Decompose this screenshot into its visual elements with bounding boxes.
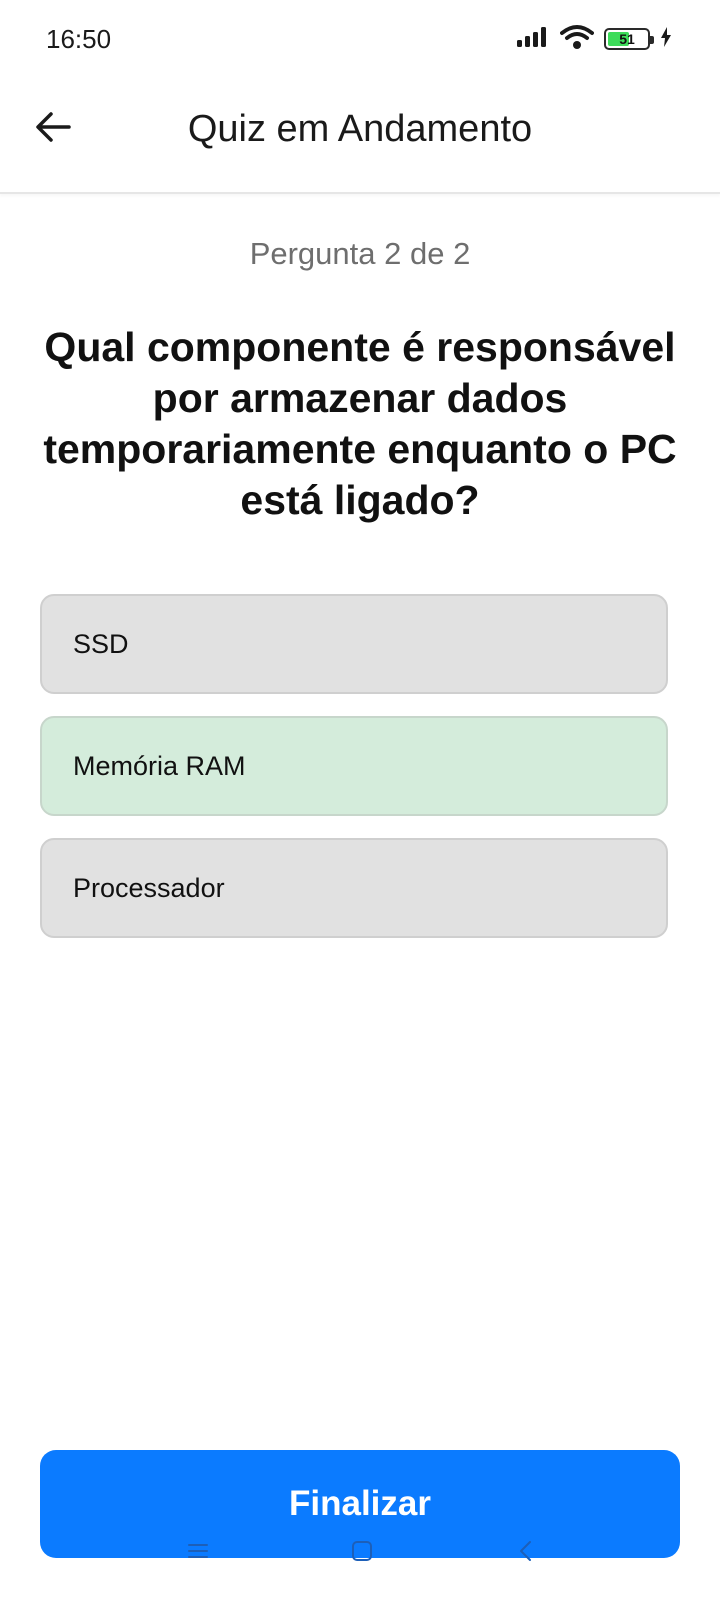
app-bar: Quiz em Andamento [0,80,720,194]
battery-nub [650,36,654,44]
answer-option-processador[interactable]: Processador [40,838,668,938]
question-text: Qual componente é responsável por armaze… [43,324,677,523]
status-icons: 51 [516,22,672,56]
wifi-icon [560,24,594,55]
battery-icon: 51 [604,28,654,50]
finish-button-label: Finalizar [289,1484,431,1523]
home-icon[interactable] [348,1536,376,1566]
answer-option-label: SSD [73,628,129,659]
battery-level: 51 [619,31,635,47]
page-title: Quiz em Andamento [187,108,533,150]
status-bar: 16:50 51 [0,0,720,80]
question-progress: Pergunta 2 de 2 [249,236,471,271]
charging-icon [660,26,672,52]
status-time: 16:50 [46,24,112,54]
answer-option-label: Processador [73,872,225,903]
answer-option-label: Memória RAM [73,750,246,781]
answer-option-ssd[interactable]: SSD [40,594,668,694]
signal-icon [516,26,550,53]
answer-option-memoria-ram[interactable]: Memória RAM [40,716,668,816]
back-chevron-icon[interactable] [512,1536,540,1566]
menu-icon[interactable] [184,1536,212,1566]
